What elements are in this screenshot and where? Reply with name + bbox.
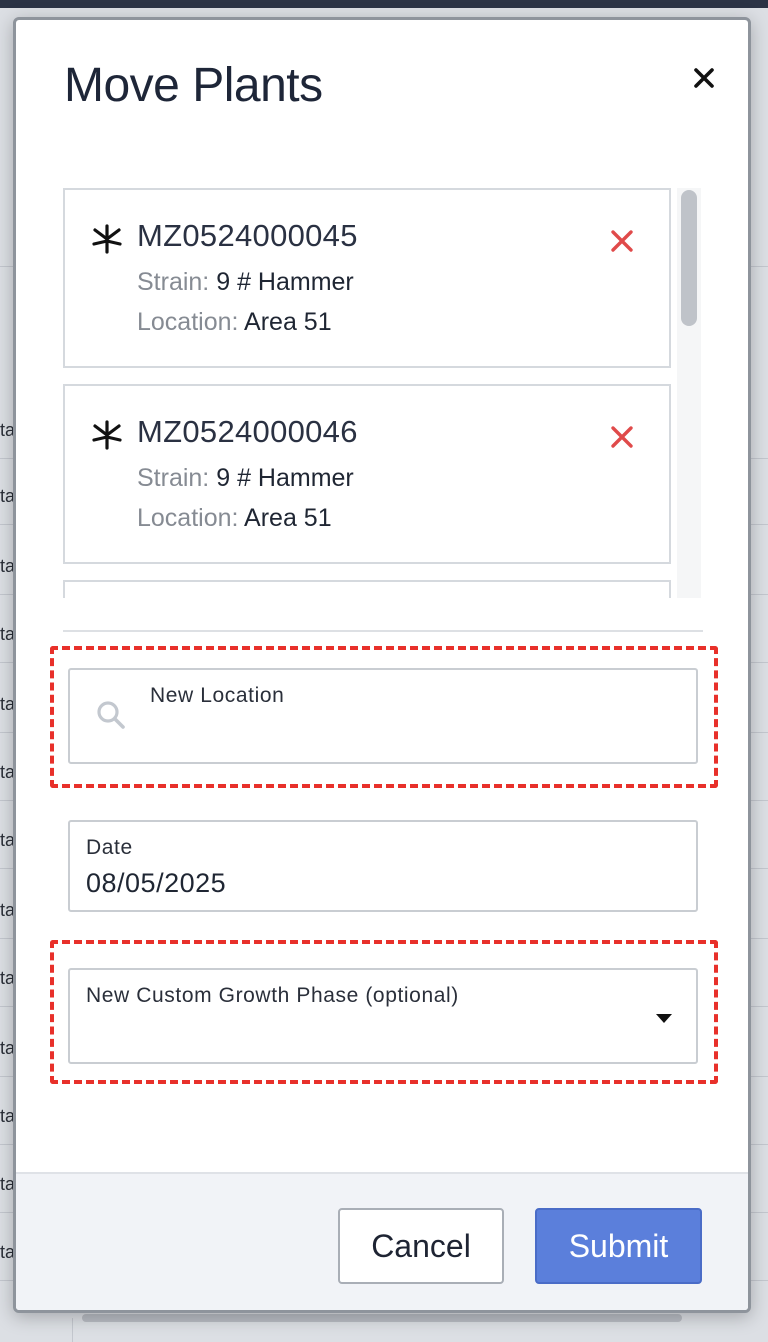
cannabis-leaf-icon: [92, 420, 122, 450]
close-button[interactable]: [686, 60, 722, 96]
plant-id: MZ0524000045: [137, 218, 358, 253]
strain-value: 9 # Hammer: [216, 268, 354, 296]
plant-list-scrollbar[interactable]: [681, 190, 697, 326]
background-cell: ta: [0, 1106, 14, 1126]
move-plants-modal: Move Plants MZ0524000045 Strain: 9 # Ham…: [13, 17, 751, 1313]
plant-list[interactable]: MZ0524000045 Strain: 9 # Hammer Location…: [63, 188, 703, 598]
remove-plant-button[interactable]: [609, 228, 635, 254]
cancel-button[interactable]: Cancel: [338, 1208, 504, 1284]
location-value: Area 51: [244, 504, 332, 532]
remove-icon: [611, 426, 633, 448]
location-value: Area 51: [244, 308, 332, 336]
background-cell: ta: [0, 1038, 14, 1058]
background-cell: ta: [0, 1174, 14, 1194]
new-location-field[interactable]: New Location: [68, 668, 698, 764]
plant-location: Location: Area 51: [137, 308, 332, 337]
date-field[interactable]: Date 08/05/2025: [68, 820, 698, 912]
background-cell: ta: [0, 624, 14, 644]
background-cell: ta: [0, 1242, 14, 1262]
plant-card: MZ0524000046 Strain: 9 # Hammer Location…: [63, 384, 671, 564]
background-cell: ta: [0, 900, 14, 920]
search-icon: [97, 701, 125, 729]
date-input[interactable]: 08/05/2025: [86, 868, 226, 899]
close-icon: [694, 68, 714, 88]
background-cell: ta: [0, 762, 14, 782]
growth-phase-select[interactable]: New Custom Growth Phase (optional): [68, 968, 698, 1064]
modal-footer: Cancel Submit: [16, 1172, 748, 1310]
plant-strain: Strain: 9 # Hammer: [137, 464, 354, 493]
strain-value: 9 # Hammer: [216, 464, 354, 492]
plant-strain: Strain: 9 # Hammer: [137, 268, 354, 297]
plant-location: Location: Area 51: [137, 504, 332, 533]
background-topbar: [0, 0, 768, 8]
divider: [63, 630, 703, 632]
new-location-label: New Location: [150, 684, 285, 707]
plant-card: MZ0524000045 Strain: 9 # Hammer Location…: [63, 188, 671, 368]
submit-button[interactable]: Submit: [535, 1208, 702, 1284]
date-label: Date: [86, 836, 133, 859]
background-scrollbar: [82, 1314, 682, 1322]
location-label: Location:: [137, 504, 239, 532]
background-cell: ta: [0, 830, 14, 850]
plant-id: MZ0524000046: [137, 414, 358, 449]
caret-down-icon: [656, 1014, 672, 1023]
remove-plant-button[interactable]: [609, 424, 635, 450]
background-cell: ta: [0, 694, 14, 714]
cannabis-leaf-icon: [92, 224, 122, 254]
background-cell: ta: [0, 968, 14, 988]
strain-label: Strain:: [137, 268, 210, 296]
location-label: Location:: [137, 308, 239, 336]
plant-card: [63, 580, 671, 598]
modal-title: Move Plants: [64, 59, 323, 112]
background-cell: ta: [0, 420, 14, 440]
background-cell: ta: [0, 486, 14, 506]
background-divider: [72, 1318, 73, 1342]
background-cell: ta: [0, 556, 14, 576]
remove-icon: [611, 230, 633, 252]
growth-phase-label: New Custom Growth Phase (optional): [86, 984, 459, 1007]
strain-label: Strain:: [137, 464, 210, 492]
